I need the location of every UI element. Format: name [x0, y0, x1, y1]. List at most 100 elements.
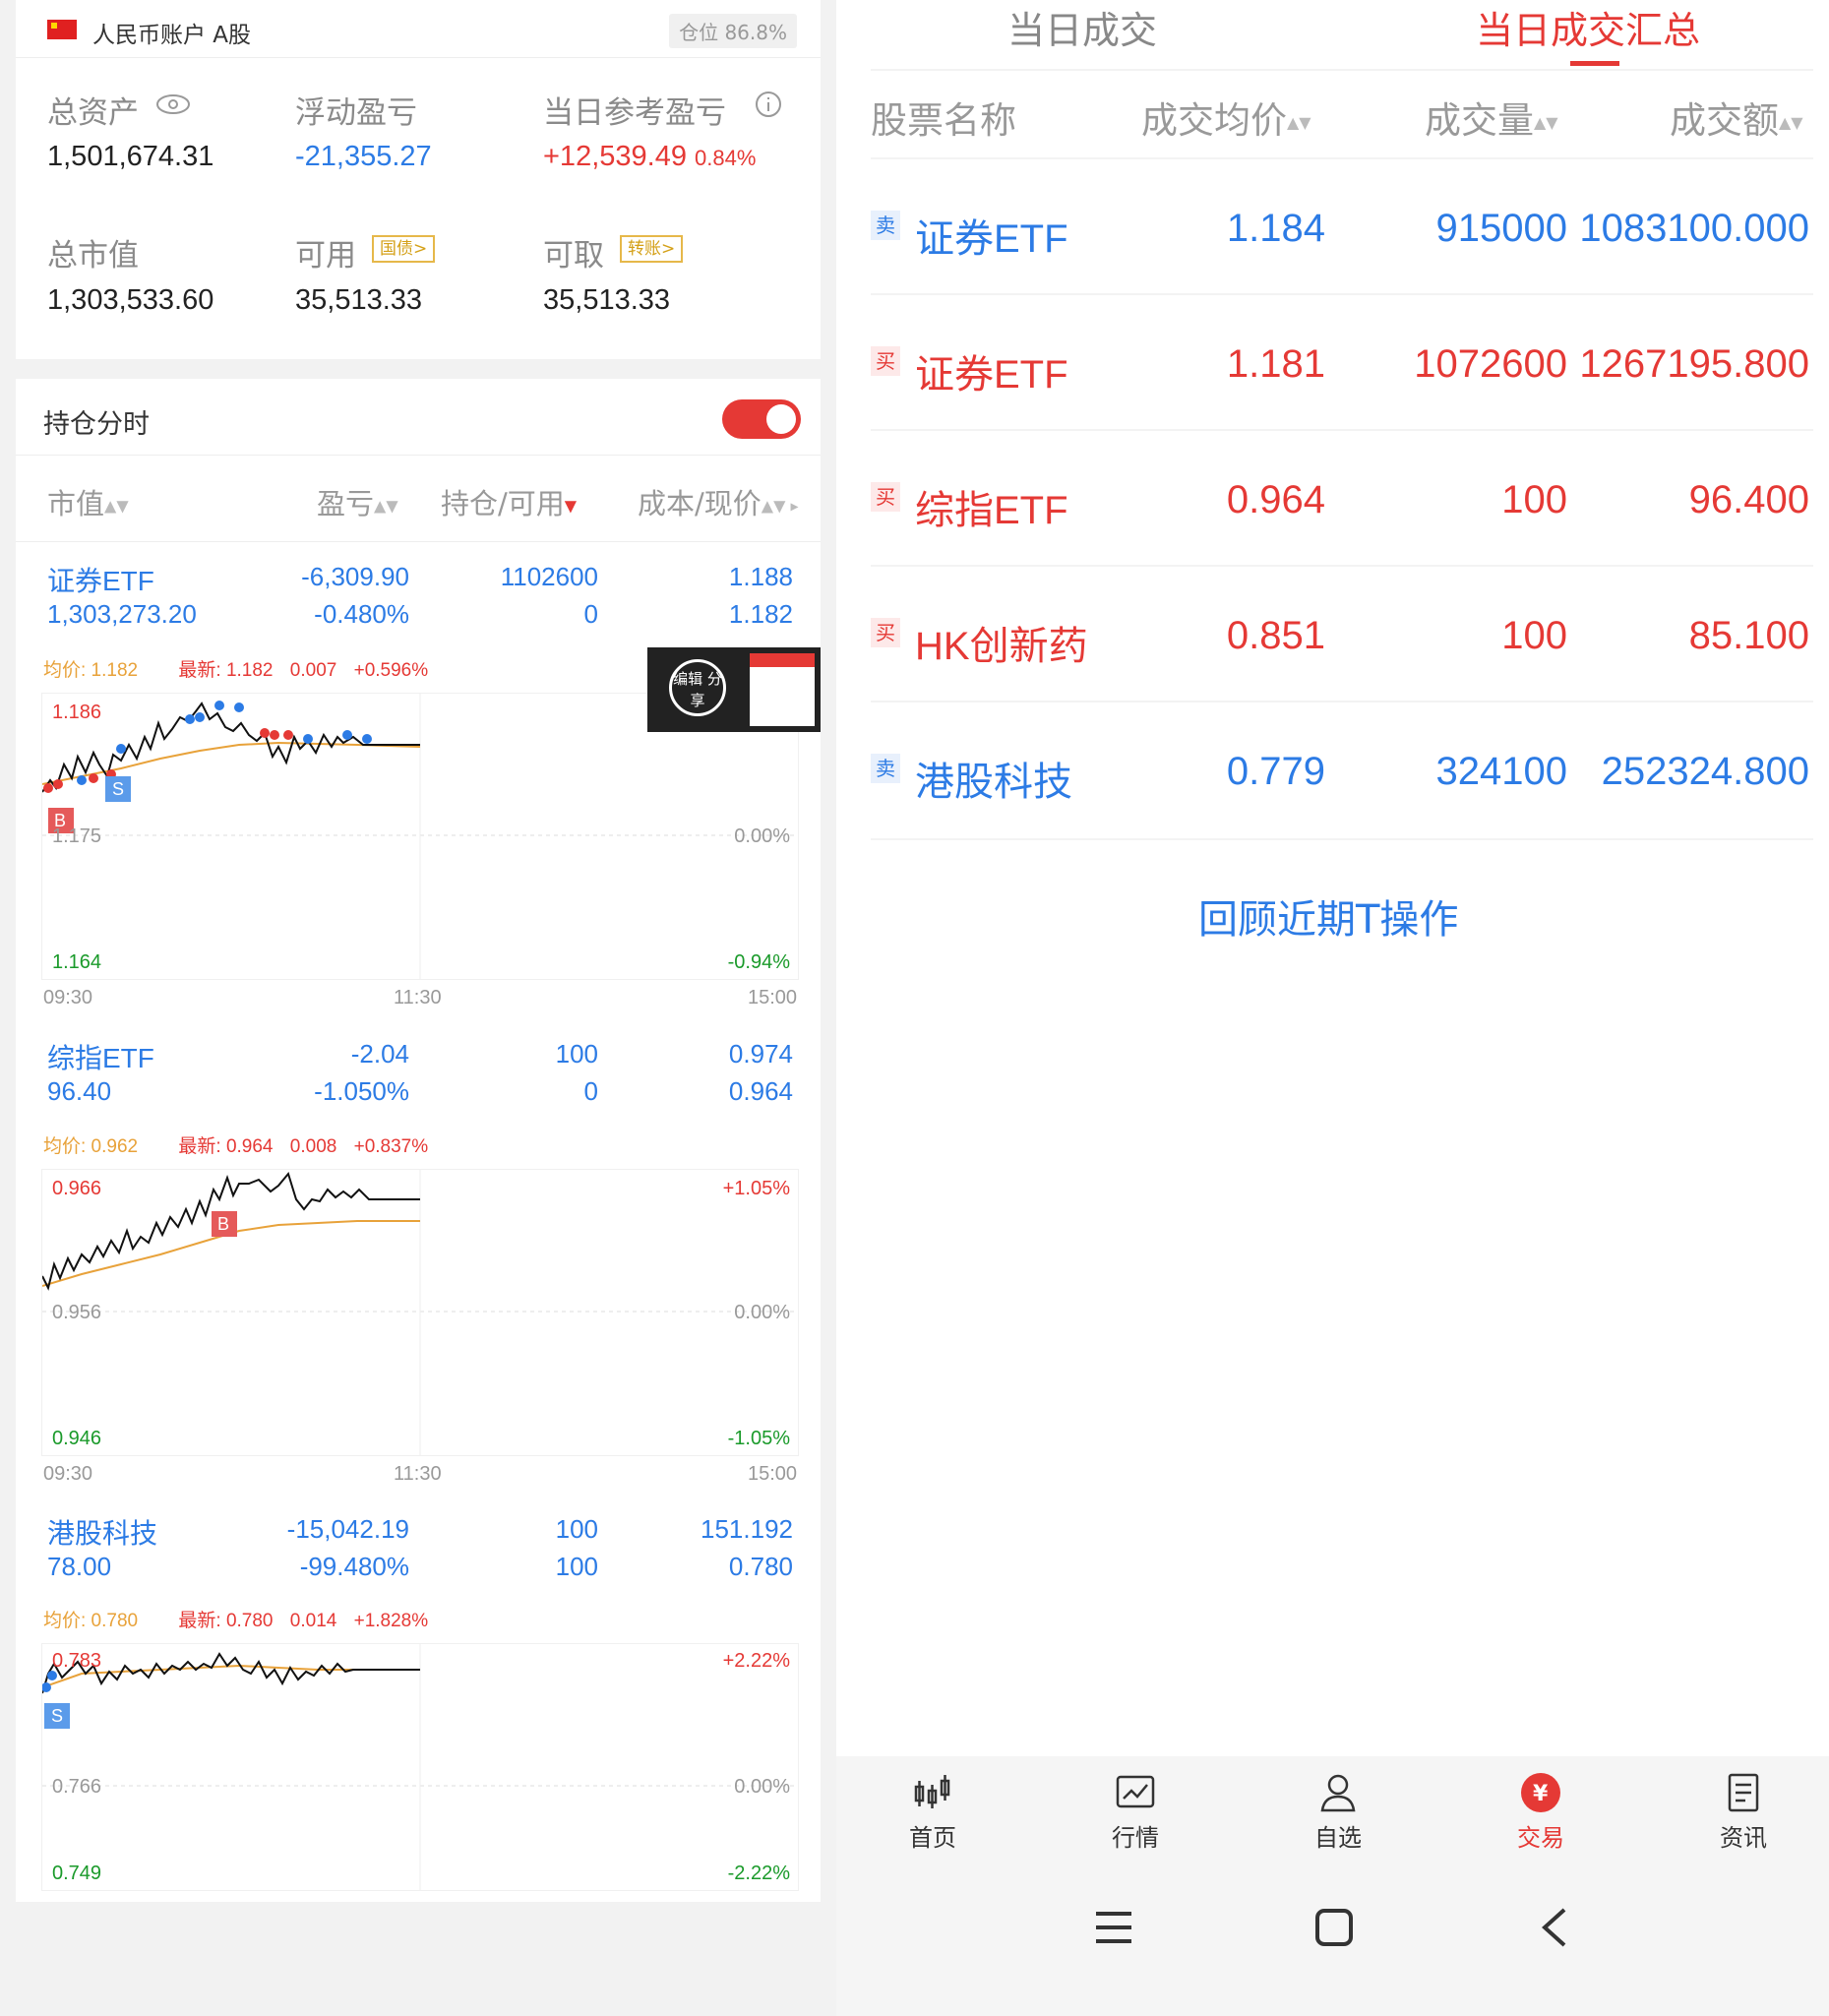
col-header-pl[interactable]: 盈亏▲▼ [317, 481, 398, 522]
eye-icon[interactable] [155, 93, 191, 115]
col-header-label: 成交均价 [1141, 99, 1287, 142]
holding-name: 综指ETF [47, 1043, 154, 1073]
holding-row[interactable]: 证券ETF 1,303,273.20 -6,309.90 -0.480% 110… [16, 556, 821, 654]
time-open: 09:30 [43, 987, 93, 1008]
holding-row[interactable]: 港股科技 78.00 -15,042.19 -99.480% 100 100 1… [16, 1508, 821, 1607]
candlestick-icon [914, 1775, 950, 1808]
trade-side-badge: 买 [871, 482, 900, 512]
col-header-stock: 股票名称 [871, 99, 1016, 142]
col-header-volume[interactable]: 成交量▲▼ [1425, 91, 1558, 144]
trade-stock-name: 证券ETF [915, 353, 1068, 397]
nav-watchlist-label: 自选 [1314, 1824, 1362, 1852]
trade-avg-price: 1.181 [1226, 342, 1325, 386]
col-header-label: 盈亏 [317, 487, 375, 520]
home-button-icon[interactable] [1314, 1908, 1354, 1947]
axis-mid-value: 1.175 [52, 825, 102, 847]
bond-tag-button[interactable]: 国债> [372, 235, 436, 263]
intraday-chart-svg: S B [42, 694, 798, 979]
intraday-stats: 均价: 1.182 最新: 1.182 0.007 +0.596% [43, 655, 428, 682]
time-noon: 11:30 [394, 1463, 442, 1485]
intraday-stats: 均价: 0.962 最新: 0.964 0.008 +0.837% [43, 1131, 428, 1158]
total-assets-value: 1,501,674.31 [47, 141, 214, 172]
holding-cost: 1.188 [728, 562, 793, 591]
sort-icon: ▲▼ [1287, 113, 1311, 132]
holding-market-value: 96.40 [47, 1076, 112, 1106]
daily-pl-percent: 0.84% [695, 146, 757, 170]
review-t-operations-link[interactable]: 回顾近期T操作 [1198, 887, 1458, 945]
intraday-chart[interactable]: S 0.783 +2.22% 0.766 0.00% 0.749 -2.22% [41, 1643, 799, 1891]
position-badge: 仓位 86.8% [669, 14, 797, 48]
nav-market[interactable]: 行情 [1076, 1771, 1194, 1853]
holding-row[interactable]: 综指ETF 96.40 -2.04 -1.050% 100 0 0.974 0.… [16, 1033, 821, 1131]
holding-position: 100 [555, 1514, 598, 1544]
last-price-label: 最新: 0.780 [178, 1611, 274, 1631]
back-icon[interactable] [1539, 1908, 1568, 1947]
share-button[interactable]: 编辑 分享 [669, 659, 726, 716]
col-header-label: 成交额 [1670, 99, 1779, 142]
svg-text:¥: ¥ [1533, 1782, 1549, 1806]
share-popup[interactable]: 编辑 分享 [647, 647, 821, 732]
col-header-cost-price[interactable]: 成本/现价▲▼ ▸ [638, 481, 799, 522]
chart-icon [1116, 1775, 1155, 1808]
transfer-tag-button[interactable]: 转账> [620, 235, 684, 263]
time-noon: 11:30 [394, 987, 442, 1008]
share-thumbnail [750, 653, 815, 726]
china-flag-icon [47, 20, 77, 39]
trade-volume: 1072600 [1414, 342, 1567, 386]
holding-available: 0 [583, 1076, 598, 1106]
col-header-market-value[interactable]: 市值▲▼ [47, 481, 129, 522]
time-open: 09:30 [43, 1463, 93, 1485]
sort-icon: ▲▼ [1779, 113, 1803, 132]
nav-news[interactable]: 资讯 [1684, 1771, 1802, 1853]
col-header-position[interactable]: 持仓/可用▼ [441, 481, 577, 522]
axis-low-value: 0.749 [52, 1863, 102, 1884]
axis-low-pct: -1.05% [727, 1428, 790, 1449]
daily-pl-value: +12,539.49 0.84% [543, 141, 756, 173]
sort-icon: ▲▼ ▸ [761, 496, 799, 516]
svg-text:S: S [112, 779, 124, 799]
account-name: 人民币账户 A股 [92, 23, 252, 48]
holding-pl: -2.04 [350, 1039, 409, 1069]
nav-watchlist[interactable]: 自选 [1279, 1771, 1397, 1853]
svg-text:S: S [51, 1706, 63, 1726]
account-bar[interactable]: 人民币账户 A股 仓位 86.8% [16, 0, 821, 58]
last-price-label: 最新: 1.182 [178, 660, 274, 681]
holdings-title: 持仓分时 [43, 409, 150, 440]
axis-top-value: 1.186 [52, 702, 102, 723]
document-icon [1728, 1773, 1759, 1812]
intraday-chart[interactable]: B 0.966 +1.05% 0.956 0.00% 0.946 -1.05% [41, 1169, 799, 1456]
nav-home-label: 首页 [909, 1824, 956, 1852]
holding-name: 证券ETF [47, 566, 154, 596]
trade-side-badge: 卖 [871, 211, 900, 240]
nav-trade[interactable]: ¥ 交易 [1482, 1771, 1600, 1853]
info-icon[interactable] [754, 90, 783, 119]
intraday-toggle[interactable] [722, 399, 801, 439]
price-change: 0.008 [289, 1136, 337, 1157]
nav-news-label: 资讯 [1720, 1824, 1767, 1852]
nav-home[interactable]: 首页 [874, 1771, 992, 1853]
trade-side-badge: 买 [871, 618, 900, 647]
holding-market-value: 78.00 [47, 1552, 112, 1581]
sort-icon: ▲▼ [374, 496, 398, 516]
tab-daily-trades[interactable]: 当日成交 [1007, 0, 1157, 54]
holding-position: 100 [555, 1039, 598, 1069]
trade-volume: 100 [1501, 478, 1567, 521]
holding-pl-pct: -0.480% [314, 599, 409, 629]
holding-position: 1102600 [500, 562, 598, 591]
col-header-amount[interactable]: 成交额▲▼ [1670, 91, 1803, 144]
col-header-label: 持仓/可用 [441, 487, 565, 520]
intraday-chart-svg: S [42, 1644, 798, 1890]
axis-top-value: 0.783 [52, 1650, 102, 1672]
trade-amount: 252324.800 [1601, 750, 1809, 793]
menu-icon[interactable] [1094, 1910, 1133, 1945]
trade-volume: 915000 [1435, 207, 1567, 250]
sort-icon: ▲▼ [1534, 113, 1558, 132]
col-header-avg-price[interactable]: 成交均价▲▼ [1141, 91, 1311, 144]
tab-daily-summary[interactable]: 当日成交汇总 [1476, 0, 1700, 54]
axis-top-pct: +1.05% [722, 1178, 790, 1199]
account-summary: 总资产 1,501,674.31 浮动盈亏 -21,355.27 当日参考盈亏 … [16, 58, 821, 359]
trade-stock-name: 证券ETF [915, 217, 1068, 261]
intraday-chart[interactable]: S B 1.186 1.175 0.00% 1.164 -0.94% [41, 693, 799, 980]
holding-cost: 151.192 [701, 1514, 793, 1544]
col-header-label: 成交量 [1425, 99, 1534, 142]
